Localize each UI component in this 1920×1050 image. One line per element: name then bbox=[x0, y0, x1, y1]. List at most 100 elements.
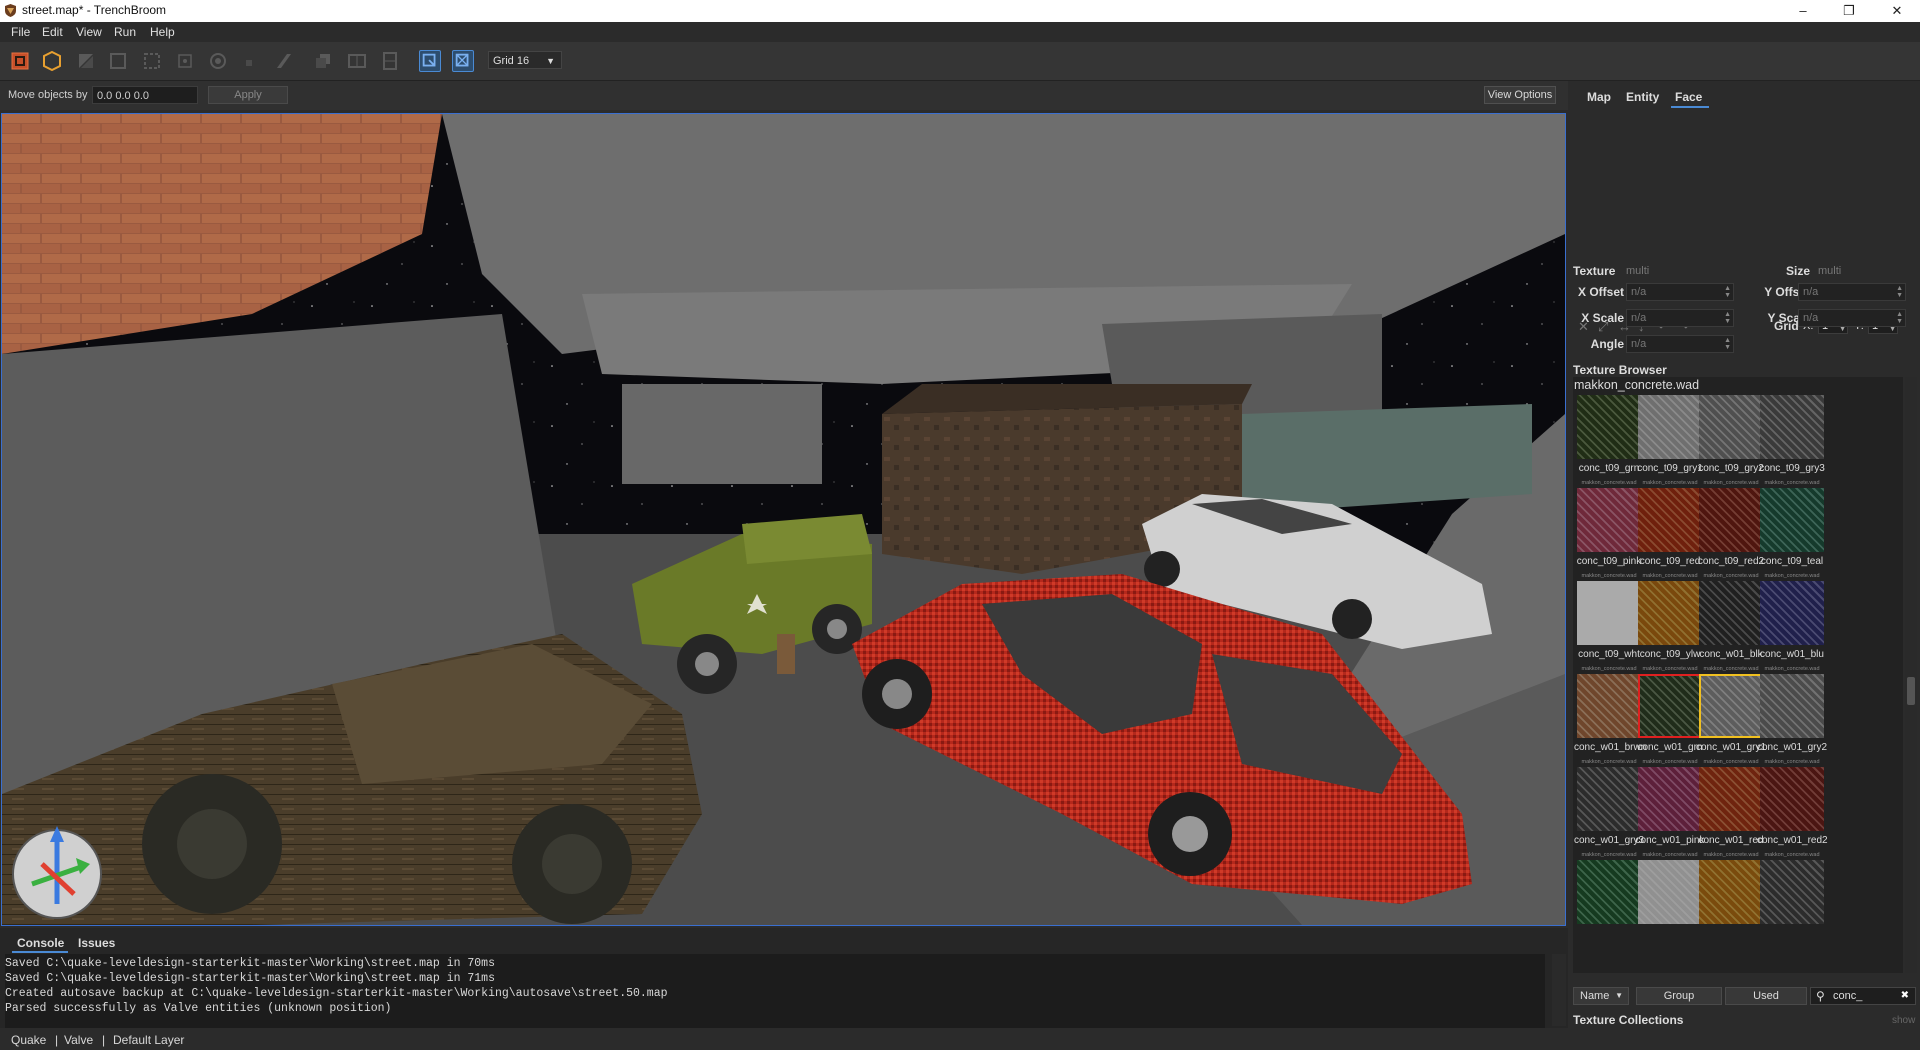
scale-icon bbox=[246, 60, 252, 66]
face-tool-button[interactable] bbox=[174, 50, 196, 72]
texture-tile[interactable]: conc_w01_brwn makkon_concrete.wad bbox=[1574, 674, 1646, 765]
status-game: Quake bbox=[11, 1033, 47, 1047]
edge-tool-button[interactable] bbox=[141, 50, 163, 72]
texture-thumbnail bbox=[1760, 767, 1824, 831]
tab-face[interactable]: Face bbox=[1675, 90, 1702, 104]
texture-tile[interactable] bbox=[1574, 860, 1644, 928]
size-value: multi bbox=[1818, 265, 1842, 277]
clip-icon bbox=[79, 54, 93, 68]
flip-horizontal-button[interactable] bbox=[346, 50, 368, 72]
scrollbar-thumb[interactable] bbox=[1907, 677, 1915, 705]
scale-tool-button[interactable] bbox=[238, 50, 260, 72]
texture-wad-name: makkon_concrete.wad bbox=[1764, 573, 1820, 579]
texture-lock-icon bbox=[422, 53, 436, 67]
x-scale-input[interactable]: n/a ▲ ▼ bbox=[1626, 309, 1734, 327]
vertex-tool-button[interactable] bbox=[107, 50, 129, 72]
clip-tool-button[interactable] bbox=[75, 50, 97, 72]
texture-browser-controls: Name ▼ Group Used ⚲ conc_ ✖ bbox=[1573, 987, 1917, 1007]
texture-tile[interactable]: conc_w01_gry1 makkon_concrete.wad bbox=[1696, 674, 1766, 765]
used-toggle-button[interactable]: Used bbox=[1725, 987, 1807, 1005]
texture-collections-show-toggle[interactable]: show bbox=[1892, 1015, 1915, 1026]
sort-by-select[interactable]: Name ▼ bbox=[1573, 987, 1629, 1005]
tab-entity[interactable]: Entity bbox=[1626, 90, 1659, 104]
texture-tile[interactable]: conc_t09_gry2 makkon_concrete.wad bbox=[1696, 395, 1766, 486]
grid-size-select[interactable]: Grid 16 ▼ bbox=[488, 51, 562, 69]
move-objects-input[interactable]: 0.0 0.0 0.0 bbox=[92, 86, 198, 104]
texture-wad-name: makkon_concrete.wad bbox=[1764, 480, 1820, 486]
tab-issues[interactable]: Issues bbox=[78, 936, 115, 950]
y-scale-value: n/a bbox=[1803, 312, 1819, 324]
texture-tile[interactable] bbox=[1635, 860, 1705, 928]
3d-viewport[interactable] bbox=[1, 113, 1566, 926]
texture-tile[interactable]: conc_w01_blk makkon_concrete.wad bbox=[1696, 581, 1766, 672]
texture-wad-name: makkon_concrete.wad bbox=[1703, 666, 1759, 672]
texture-name: conc_w01_gry3 bbox=[1574, 835, 1645, 846]
y-offset-input[interactable]: n/a ▲ ▼ bbox=[1798, 283, 1906, 301]
group-toggle-button[interactable]: Group bbox=[1636, 987, 1722, 1005]
menu-edit[interactable]: Edit bbox=[42, 25, 63, 39]
angle-input[interactable]: n/a ▲ ▼ bbox=[1626, 335, 1734, 353]
select-icon bbox=[11, 52, 29, 70]
menu-file[interactable]: File bbox=[11, 25, 30, 39]
menu-view[interactable]: View bbox=[76, 25, 102, 39]
close-button[interactable]: ✕ bbox=[1874, 0, 1920, 22]
texture-tile[interactable]: conc_t09_wht makkon_concrete.wad bbox=[1574, 581, 1644, 672]
x-offset-input[interactable]: n/a ▲ ▼ bbox=[1626, 283, 1734, 301]
texture-browser-scrollbar[interactable] bbox=[1905, 377, 1917, 973]
flip-vertical-button[interactable] bbox=[379, 50, 401, 72]
texture-tile[interactable]: conc_w01_pink makkon_concrete.wad bbox=[1635, 767, 1705, 858]
texture-tile[interactable]: conc_t09_gry1 makkon_concrete.wad bbox=[1635, 395, 1705, 486]
texture-lock-button[interactable] bbox=[419, 50, 441, 72]
texture-thumbnail bbox=[1699, 581, 1763, 645]
texture-tile[interactable] bbox=[1696, 860, 1766, 928]
texture-tile[interactable]: conc_w01_red2 makkon_concrete.wad bbox=[1757, 767, 1828, 858]
apply-button[interactable]: Apply bbox=[208, 86, 288, 104]
texture-wad-name: makkon_concrete.wad bbox=[1764, 666, 1820, 672]
texture-tile[interactable]: conc_w01_red makkon_concrete.wad bbox=[1696, 767, 1766, 858]
map-scene bbox=[2, 114, 1565, 925]
texture-thumbnail bbox=[1638, 674, 1702, 738]
spinner-arrows-icon: ▲▼ bbox=[1724, 285, 1731, 299]
texture-tile[interactable] bbox=[1757, 860, 1827, 928]
brush-tool-button[interactable] bbox=[41, 50, 63, 72]
console-scrollbar[interactable] bbox=[1552, 954, 1566, 1026]
texture-thumbnail bbox=[1577, 860, 1641, 924]
menu-help[interactable]: Help bbox=[150, 25, 175, 39]
texture-tile[interactable]: conc_t09_ylw makkon_concrete.wad bbox=[1635, 581, 1705, 672]
chevron-down-icon: ▼ bbox=[1615, 991, 1623, 1000]
texture-tile[interactable]: conc_t09_pink makkon_concrete.wad bbox=[1574, 488, 1644, 579]
clear-search-icon[interactable]: ✖ bbox=[1901, 988, 1909, 1004]
y-scale-input[interactable]: n/a ▲ ▼ bbox=[1798, 309, 1906, 327]
texture-tile[interactable]: conc_t09_gry3 makkon_concrete.wad bbox=[1757, 395, 1827, 486]
status-separator: | bbox=[55, 1033, 59, 1047]
minimize-button[interactable]: – bbox=[1780, 0, 1826, 22]
texture-search-input[interactable]: ⚲ conc_ ✖ bbox=[1810, 987, 1916, 1005]
move-objects-bar: Move objects by 0.0 0.0 0.0 Apply View O… bbox=[0, 81, 1568, 110]
texture-tile[interactable]: conc_t09_teal makkon_concrete.wad bbox=[1757, 488, 1827, 579]
maximize-button[interactable]: ❐ bbox=[1826, 0, 1872, 22]
uv-lock-button[interactable] bbox=[452, 50, 474, 72]
texture-name: conc_w01_pink bbox=[1635, 835, 1705, 846]
menu-run[interactable]: Run bbox=[114, 25, 136, 39]
texture-name: conc_w01_gry1 bbox=[1696, 742, 1767, 753]
texture-tile[interactable]: conc_w01_blu makkon_concrete.wad bbox=[1757, 581, 1827, 672]
rotate-tool-button[interactable] bbox=[207, 50, 229, 72]
selection-tool-button[interactable] bbox=[9, 50, 31, 72]
texture-thumbnail bbox=[1638, 581, 1702, 645]
texture-tile[interactable]: conc_w01_grn makkon_concrete.wad bbox=[1635, 674, 1705, 765]
texture-wad-name: makkon_concrete.wad bbox=[1703, 852, 1759, 858]
texture-tile[interactable]: conc_t09_red makkon_concrete.wad bbox=[1635, 488, 1705, 579]
view-options-button[interactable]: View Options bbox=[1484, 86, 1556, 104]
shear-tool-button[interactable] bbox=[273, 50, 295, 72]
texture-tile[interactable]: conc_w01_gry3 makkon_concrete.wad bbox=[1574, 767, 1644, 858]
tab-map[interactable]: Map bbox=[1587, 90, 1611, 104]
spinner-arrows-icon: ▲▼ bbox=[1724, 311, 1731, 325]
texture-wad-name: makkon_concrete.wad bbox=[1703, 573, 1759, 579]
texture-tile[interactable]: conc_w01_gry2 makkon_concrete.wad bbox=[1757, 674, 1827, 765]
tab-console[interactable]: Console bbox=[17, 936, 64, 950]
uv-editor[interactable] bbox=[1570, 111, 1920, 311]
texture-tile[interactable]: conc_t09_grn makkon_concrete.wad bbox=[1574, 395, 1644, 486]
texture-thumbnail bbox=[1699, 488, 1763, 552]
duplicate-button[interactable] bbox=[312, 50, 334, 72]
texture-tile[interactable]: conc_t09_red2 makkon_concrete.wad bbox=[1696, 488, 1766, 579]
